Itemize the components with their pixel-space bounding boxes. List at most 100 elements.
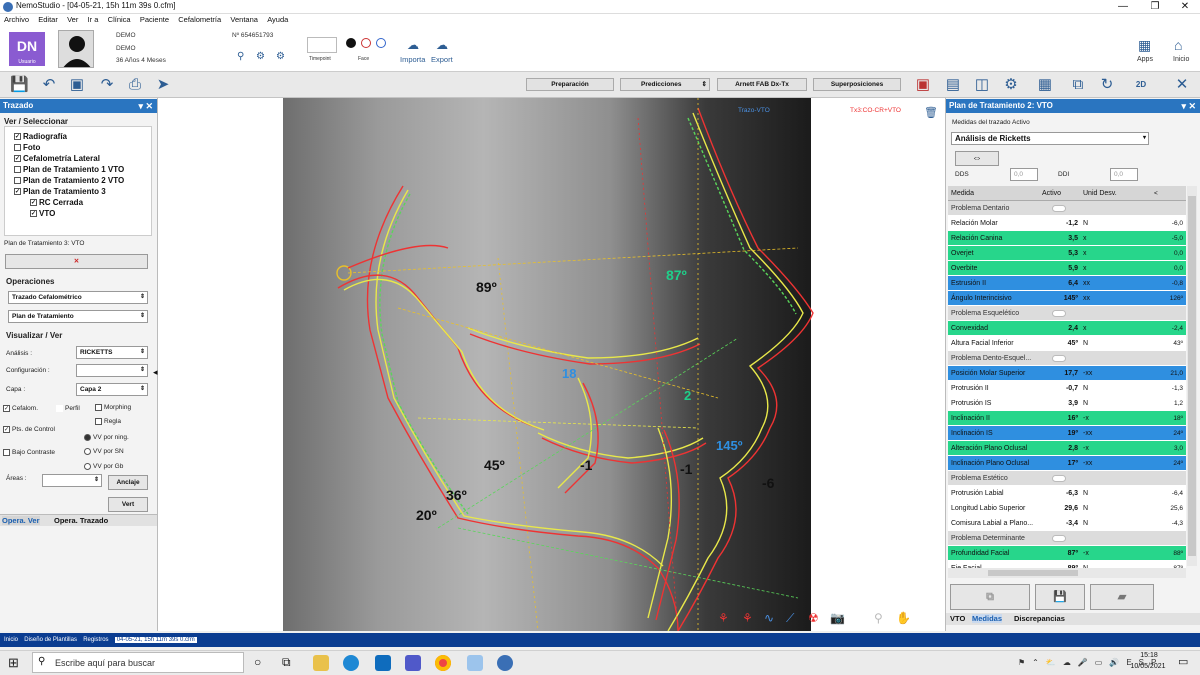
face-dot-blue[interactable]	[376, 38, 386, 48]
perfil-checkbox[interactable]: Perfil	[56, 405, 80, 412]
col-unid-desv[interactable]: Unid Desv.	[1083, 186, 1117, 201]
minimize-button[interactable]: —	[1108, 0, 1138, 14]
doc-tab-registros[interactable]: Registros	[83, 637, 108, 643]
vv-gb-radio[interactable]: VV por Gb	[84, 463, 123, 470]
regla-checkbox[interactable]: Regla	[95, 418, 121, 425]
table-row[interactable]: Relación Molar -1,2 N -6,0	[948, 216, 1186, 231]
col-next[interactable]: <	[1154, 186, 1183, 201]
operation-select-2[interactable]: Plan de Tratamiento ⇕	[8, 310, 148, 323]
home-label[interactable]: Inicio	[1173, 56, 1189, 63]
trash-icon[interactable]: 🗑	[924, 106, 938, 119]
tree-checkbox[interactable]: ✓	[14, 188, 21, 196]
table-row[interactable]: Posición Molar Superior 17,7 -xx 21,0	[948, 366, 1186, 381]
table-row[interactable]: Altura Facial Inferior 45º N 43º	[948, 336, 1186, 351]
tree-item[interactable]: ✓ Plan de Tratamiento 3	[6, 186, 152, 197]
doc-tab-plantillas[interactable]: Diseño de Plantillas	[24, 637, 77, 643]
close-window-button[interactable]: ✕	[1170, 0, 1200, 14]
ruler-tool-icon[interactable]: ⟋	[786, 611, 795, 625]
patient-config-icon[interactable]: ⚙	[276, 51, 285, 62]
table-row[interactable]: Ángulo Interincisivo 145º xx 126º	[948, 291, 1186, 306]
table-row[interactable]: Problema Determinante	[948, 531, 1186, 546]
toggle-icon[interactable]	[1052, 355, 1066, 362]
menu-ver[interactable]: Ver	[67, 15, 78, 24]
tab-opera-ver[interactable]: Opera. Ver	[2, 516, 40, 525]
camera-icon[interactable]: 📷	[830, 611, 845, 625]
panel-close-icon[interactable]: ▾ ✕	[138, 99, 153, 113]
tab-opera-trazado[interactable]: Opera. Trazado	[54, 516, 108, 525]
menu-paciente[interactable]: Paciente	[140, 15, 169, 24]
table-row[interactable]: Comisura Labial a Plano... -3,4 N -4,3	[948, 516, 1186, 531]
tree-checkbox[interactable]	[14, 166, 21, 174]
tree-checkbox[interactable]	[14, 177, 21, 185]
tree-checkbox[interactable]: ✓	[14, 155, 21, 163]
table-row[interactable]: Profundidad Facial 87º -x 88º	[948, 546, 1186, 561]
table-row[interactable]: Problema Dento-Esquel...	[948, 351, 1186, 366]
cephalometric-tracing[interactable]: Trazo-VTO Tx3:CO-CR+VTO 🗑 89º 87º 45º 36…	[158, 98, 945, 631]
configuracion-select[interactable]: ⇕	[76, 364, 148, 377]
table-row[interactable]: Protrusión II -0,7 N -1,3	[948, 381, 1186, 396]
horizontal-scrollbar[interactable]	[948, 568, 1186, 578]
table-row[interactable]: Longitud Labio Superior 29,6 N 25,6	[948, 501, 1186, 516]
curve-tool-icon[interactable]: ∿	[764, 611, 774, 625]
patient-avatar[interactable]	[58, 30, 94, 68]
table-row[interactable]: Inclinación IS 19º -xx 24º	[948, 426, 1186, 441]
preparacion-button[interactable]: Preparación	[526, 78, 614, 91]
areas-select[interactable]: ⇕	[42, 474, 102, 487]
vv-sn-radio[interactable]: VV por SN	[84, 448, 124, 455]
tree-checkbox[interactable]: ✓	[30, 199, 37, 207]
tree-checkbox[interactable]: ✓	[30, 210, 37, 218]
table-row[interactable]: Convexidad 2,4 x -2,4	[948, 321, 1186, 336]
grid-tool-icon[interactable]: ▦	[1036, 76, 1054, 94]
doc-tab-active-file[interactable]: 04-05-21, 15h 11m 39s 0.cfm	[114, 637, 197, 643]
save-as-icon[interactable]: ▣	[68, 76, 86, 94]
radiation-icon[interactable]: ☢	[808, 611, 819, 625]
menu-clinica[interactable]: Clínica	[108, 15, 131, 24]
doc-tab-inicio[interactable]: Inicio	[4, 637, 18, 643]
table-row[interactable]: Overjet 5,3 x 0,0	[948, 246, 1186, 261]
import-label[interactable]: Importa	[400, 55, 425, 64]
capa-select[interactable]: Capa 2 ⇕	[76, 383, 148, 396]
save-icon[interactable]: 💾	[10, 76, 29, 94]
swap-arrows-button[interactable]: ⇔	[955, 151, 999, 166]
print-icon[interactable]: ⎙	[126, 76, 144, 94]
teams-icon[interactable]	[405, 655, 421, 671]
photo-tool-icon[interactable]: ▣	[914, 76, 932, 94]
save-measure-button[interactable]: 💾	[1035, 584, 1085, 610]
zoom-icon[interactable]: ⚲	[874, 611, 883, 625]
user-logo[interactable]: DN Usuario	[9, 32, 45, 66]
tree-checkbox[interactable]: ✓	[14, 133, 21, 141]
taskbar-search-input[interactable]: Escribe aquí para buscar	[32, 652, 244, 673]
vv-ninguno-radio[interactable]: VV por ning.	[84, 434, 129, 441]
copy-button[interactable]: ⧉	[950, 584, 1030, 610]
timepoint-thumbnail[interactable]	[307, 37, 337, 53]
chrome-icon[interactable]	[435, 655, 451, 671]
morphing-checkbox[interactable]: Morphing	[95, 404, 131, 411]
search-icon[interactable]: ⚲	[237, 51, 244, 62]
table-row[interactable]: Problema Dentario	[948, 201, 1186, 216]
crop-icon[interactable]: ⧉	[1069, 76, 1087, 94]
close-tool-icon[interactable]: ✕	[1173, 76, 1191, 94]
tooth-tool-icon-2[interactable]: ⚘	[742, 611, 753, 625]
table-row[interactable]: Protrusión IS 3,9 N 1,2	[948, 396, 1186, 411]
app-cube-icon[interactable]	[467, 655, 483, 671]
cefalom-checkbox[interactable]: ✓ Cefalom.	[3, 405, 38, 412]
menu-ir-a[interactable]: Ir a	[88, 15, 99, 24]
tree-item[interactable]: ✓ RC Cerrada	[6, 197, 152, 208]
tree-item[interactable]: Plan de Tratamiento 2 VTO	[6, 175, 152, 186]
maximize-button[interactable]: ❐	[1140, 0, 1170, 14]
menu-ayuda[interactable]: Ayuda	[267, 15, 288, 24]
tree-item[interactable]: Plan de Tratamiento 1 VTO	[6, 164, 152, 175]
settings-gear-icon[interactable]: ⚙	[1002, 76, 1020, 94]
table-row[interactable]: Inclinación II 16º -x 18º	[948, 411, 1186, 426]
table-row[interactable]: Inclinación Plano Oclusal 17º -xx 24º	[948, 456, 1186, 471]
import-icon[interactable]: ☁	[407, 38, 419, 52]
export-label[interactable]: Export	[431, 55, 453, 64]
edge-icon[interactable]	[343, 655, 359, 671]
bajo-contraste-checkbox[interactable]: Bajo Contraste	[3, 449, 55, 456]
dds-input[interactable]: 0,0	[1010, 168, 1038, 181]
menu-archivo[interactable]: Archivo	[4, 15, 29, 24]
table-row[interactable]: Protrusión Labial -6,3 N -6,4	[948, 486, 1186, 501]
tree-item[interactable]: Foto	[6, 142, 152, 153]
erase-button[interactable]: ▰	[1090, 584, 1154, 610]
toggle-icon[interactable]	[1052, 475, 1066, 482]
